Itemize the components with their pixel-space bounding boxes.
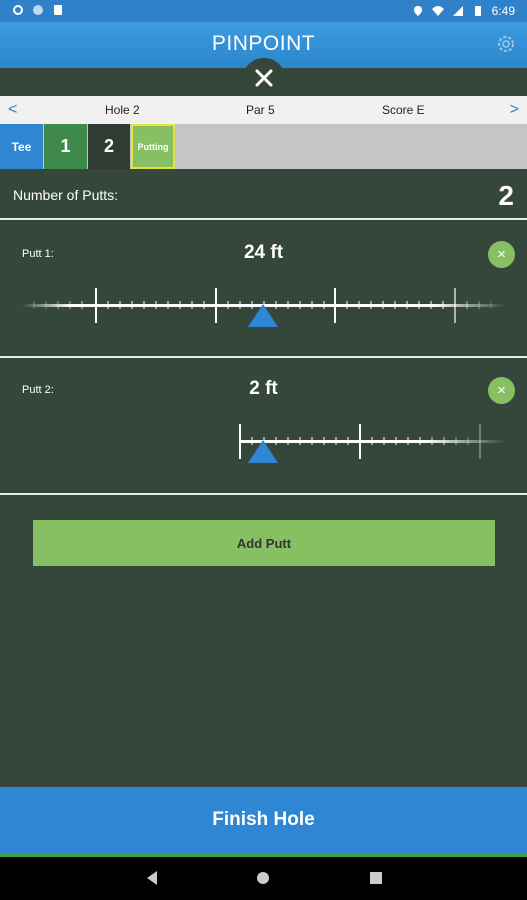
shot-tab-tee[interactable]: Tee (0, 124, 43, 169)
number-of-putts-label: Number of Putts: (13, 187, 119, 203)
previous-hole-button[interactable]: < (8, 101, 17, 119)
putt-1-distance-slider[interactable] (0, 277, 527, 337)
app-logo: PINPOINT (211, 32, 316, 55)
system-nav-bar (0, 857, 527, 900)
hole-info-bar: < Hole 2 Par 5 Score E > (0, 96, 527, 124)
sync-notification-icon (33, 5, 43, 15)
clock: 6:49 (491, 4, 515, 18)
location-icon (413, 6, 422, 16)
remove-putt-1-button[interactable]: × (488, 241, 515, 268)
putt-card-1: Putt 1: 24 ft × (0, 222, 527, 356)
battery-icon (474, 6, 481, 16)
recents-icon[interactable] (370, 872, 382, 884)
remove-putt-2-button[interactable]: × (488, 377, 515, 404)
number-of-putts-value: 2 (498, 180, 514, 211)
putt-1-distance: 24 ft (243, 242, 284, 263)
shot-tab-2[interactable]: 2 (88, 124, 130, 169)
finish-hole-button[interactable]: Finish Hole (0, 787, 527, 853)
close-icon: × (497, 246, 506, 263)
divider (0, 493, 527, 495)
wifi-icon (431, 6, 444, 16)
number-of-putts-row: Number of Putts: 2 (0, 170, 527, 218)
hole-number: Hole 2 (105, 103, 140, 117)
settings-notification-icon (13, 5, 23, 15)
back-icon[interactable] (145, 870, 159, 886)
hole-par: Par 5 (246, 103, 275, 117)
shot-tabs: Tee 1 2 Putting (0, 124, 527, 169)
shot-tab-1[interactable]: 1 (44, 124, 87, 169)
next-hole-button[interactable]: > (510, 101, 519, 119)
close-icon: × (497, 382, 506, 399)
shot-tab-putting[interactable]: Putting (131, 124, 175, 169)
gear-icon[interactable] (495, 33, 517, 55)
hole-score: Score E (382, 103, 425, 117)
signal-icon (452, 6, 463, 16)
putt-2-distance: 2 ft (249, 378, 278, 399)
putt-2-distance-slider[interactable] (0, 413, 527, 473)
home-icon[interactable] (255, 870, 271, 886)
putt-card-2: Putt 2: 2 ft × (0, 358, 527, 492)
status-bar: 6:49 (0, 0, 527, 22)
divider (0, 218, 527, 220)
sd-card-icon (54, 5, 62, 15)
close-icon[interactable] (252, 66, 276, 90)
add-putt-button[interactable]: Add Putt (33, 520, 495, 566)
